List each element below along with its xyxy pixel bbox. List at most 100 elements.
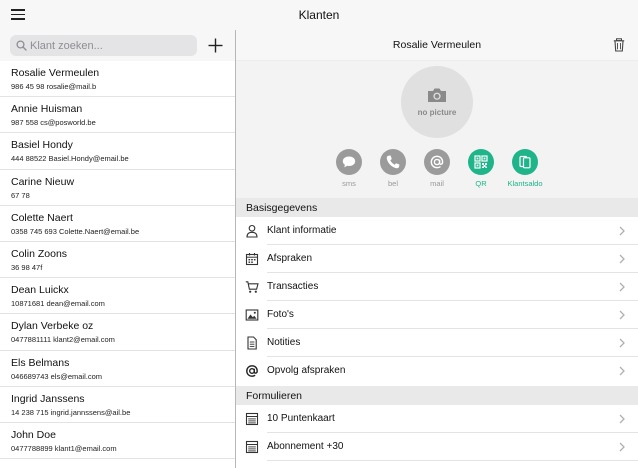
action-circle: [424, 149, 450, 175]
action-circle: [380, 149, 406, 175]
row-notities[interactable]: Notities: [236, 329, 638, 357]
customer-name: Annie Huisman: [11, 103, 83, 116]
customer-contact: 36 98 47f: [11, 262, 43, 272]
customer-contact: 10871681 dean@email.com: [11, 299, 105, 309]
chevron-right-icon: [619, 254, 625, 264]
action-circle: [336, 149, 362, 175]
customer-detail-panel: Rosalie Vermeulen no picture sms bel mai…: [236, 30, 638, 468]
row-label: Notities: [267, 337, 301, 348]
customer-row[interactable]: John Doe 0477788899 klant1@email.com: [0, 423, 235, 460]
customer-name: Els Belmans: [11, 356, 70, 369]
customer-contact: 67 78: [11, 190, 30, 200]
customer-contact: 987 558 cs@posworld.be: [11, 118, 96, 128]
row-opvolg-afspraken[interactable]: Opvolg afspraken: [236, 357, 638, 385]
customer-row[interactable]: Rosalie Vermeulen 986 45 98 rosalie@mail.…: [0, 61, 235, 98]
form-icon: [245, 440, 259, 454]
person-icon: [246, 224, 258, 238]
form-icon: [245, 412, 259, 426]
document-icon: [247, 336, 257, 350]
camera-icon: [428, 88, 446, 102]
no-picture-label: no picture: [417, 108, 457, 117]
section-basisgegevens-header: Basisgegevens: [236, 198, 638, 217]
call-label: bel: [387, 179, 398, 188]
customer-name: Dean Luickx: [11, 284, 69, 297]
top-bar: Klanten: [0, 0, 638, 30]
sms-label: sms: [342, 179, 356, 188]
customer-contact: 444 88522 Basiel.Hondy@email.be: [11, 154, 129, 164]
customer-contact: 986 45 98 rosalie@mail.b: [11, 82, 97, 91]
row-label: Opvolg afspraken: [267, 365, 346, 376]
row-klant-informatie[interactable]: Klant informatie: [236, 217, 638, 245]
row-abonnement-30[interactable]: Abonnement +30: [236, 433, 638, 461]
customer-row[interactable]: Colette Naert 0358 745 693 Colette.Naert@…: [0, 206, 235, 242]
row-label: Afspraken: [267, 253, 313, 264]
section-formulieren-header: Formulieren: [236, 386, 638, 405]
qr-label: QR: [475, 179, 487, 188]
klantsaldo-button[interactable]: Klantsaldo: [503, 149, 547, 189]
customer-row[interactable]: Ingrid Janssens 14 238 715 ingrid.jannsse…: [0, 387, 235, 423]
customer-row[interactable]: Annie Huisman 987 558 cs@posworld.be: [0, 97, 235, 134]
add-customer-button[interactable]: [207, 37, 224, 54]
customer-row[interactable]: Els Belmans 046689743 els@email.com: [0, 351, 235, 387]
customer-contact: 0477881111 klant2@email.com: [11, 335, 115, 345]
action-circle: [512, 149, 538, 175]
customer-contact: 0358 745 693 Colette.Naert@email.be: [11, 226, 140, 236]
customer-name: Colette Naert: [11, 211, 73, 224]
chat-bubble-icon: [342, 156, 356, 168]
row-label: Abonnement +30: [267, 441, 344, 452]
customer-row[interactable]: Basiel Hondy 444 88522 Basiel.Hondy@email…: [0, 133, 235, 170]
search-icon: [16, 40, 27, 51]
customer-row[interactable]: Carine Nieuw 67 78: [0, 170, 235, 206]
calendar-icon: [245, 253, 259, 266]
customer-contact: 0477788899 klant1@email.com: [11, 443, 117, 453]
list-toolbar: [0, 30, 235, 61]
detail-header: Rosalie Vermeulen: [236, 30, 638, 61]
customer-row[interactable]: Dylan Verbeke oz 0477881111 klant2@email.…: [0, 314, 235, 351]
row-label: Transacties: [267, 281, 319, 292]
sms-button[interactable]: sms: [327, 149, 371, 189]
customer-name: Basiel Hondy: [11, 139, 73, 152]
trash-icon[interactable]: [613, 38, 625, 52]
customer-name: Ingrid Janssens: [11, 392, 85, 405]
search-input[interactable]: [30, 35, 190, 56]
customer-list-panel: Rosalie Vermeulen 986 45 98 rosalie@mail.…: [0, 30, 235, 468]
call-button[interactable]: bel: [371, 149, 415, 189]
customer-photo[interactable]: no picture: [401, 66, 473, 138]
customer-name: Colin Zoons: [11, 247, 68, 260]
action-circle: [468, 149, 494, 175]
mail-label: mail: [430, 179, 444, 188]
at-icon: [246, 365, 258, 377]
at-sign-icon: [430, 155, 444, 169]
customer-name: John Doe: [11, 428, 56, 441]
row-afspraken[interactable]: Afspraken: [236, 245, 638, 273]
chevron-right-icon: [619, 338, 625, 348]
search-box[interactable]: [10, 35, 197, 56]
customer-row[interactable]: Colin Zoons 36 98 47f: [0, 242, 235, 279]
chevron-right-icon: [619, 282, 625, 292]
image-icon: [245, 309, 259, 321]
row-label: Klant informatie: [267, 225, 337, 236]
mail-button[interactable]: mail: [415, 149, 459, 189]
row-10-puntenkaart[interactable]: 10 Puntenkaart: [236, 405, 638, 433]
row-label: Foto's: [267, 309, 294, 320]
row-fotos[interactable]: Foto's: [236, 301, 638, 329]
qr-button[interactable]: QR: [459, 149, 503, 189]
chevron-right-icon: [619, 442, 625, 452]
customer-list: Rosalie Vermeulen 986 45 98 rosalie@mail.…: [0, 61, 235, 460]
chevron-right-icon: [619, 310, 625, 320]
customer-name: Rosalie Vermeulen: [11, 67, 100, 79]
qr-code-icon: [474, 155, 488, 169]
customer-hero: no picture sms bel mail QR Klantsaldo: [236, 61, 638, 198]
phone-icon: [386, 155, 400, 169]
row-label: 10 Puntenkaart: [267, 413, 335, 424]
chevron-right-icon: [619, 414, 625, 424]
customer-name: Carine Nieuw: [11, 175, 75, 188]
row-transacties[interactable]: Transacties: [236, 273, 638, 301]
customer-contact: 14 238 715 ingrid.jannssens@ail.be: [11, 407, 131, 417]
cart-icon: [245, 281, 259, 293]
customer-detail-name: Rosalie Vermeulen: [392, 39, 482, 51]
cards-icon: [519, 155, 531, 169]
customer-row[interactable]: Dean Luickx 10871681 dean@email.com: [0, 278, 235, 315]
klantsaldo-label: Klantsaldo: [507, 179, 543, 188]
page-title: Klanten: [298, 8, 340, 22]
